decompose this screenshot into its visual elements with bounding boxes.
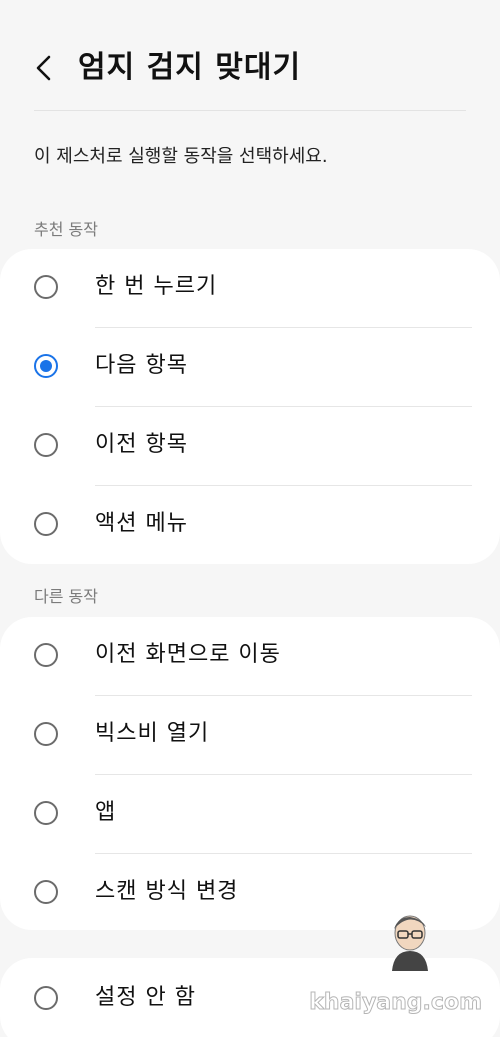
option-label: 다음 항목: [95, 353, 188, 378]
option-label: 액션 메뉴: [95, 511, 188, 536]
radio-button[interactable]: [34, 643, 58, 667]
app-header: 엄지 검지 맞대기: [0, 0, 500, 112]
radio-button[interactable]: [34, 433, 58, 457]
option-row-previous-item[interactable]: 이전 항목: [0, 407, 500, 486]
option-label: 스캔 방식 변경: [95, 879, 239, 904]
other-actions-card: 이전 화면으로 이동 빅스비 열기 앱 스캔 방식 변경: [0, 617, 500, 930]
page-title: 엄지 검지 맞대기: [78, 50, 302, 85]
option-label: 설정 안 함: [95, 985, 196, 1010]
radio-button[interactable]: [34, 880, 58, 904]
radio-button[interactable]: [34, 275, 58, 299]
option-row-action-menu[interactable]: 액션 메뉴: [0, 486, 500, 565]
option-label: 이전 화면으로 이동: [95, 642, 281, 667]
option-row-single-tap[interactable]: 한 번 누르기: [0, 249, 500, 328]
section-title-other: 다른 동작: [34, 587, 98, 606]
recommended-actions-card: 한 번 누르기 다음 항목 이전 항목 액션 메뉴: [0, 249, 500, 564]
header-divider: [34, 110, 466, 111]
page-description: 이 제스처로 실행할 동작을 선택하세요.: [34, 146, 328, 167]
radio-button[interactable]: [34, 722, 58, 746]
option-label: 이전 항목: [95, 432, 188, 457]
chevron-left-icon: [36, 55, 51, 81]
radio-button[interactable]: [34, 512, 58, 536]
option-label: 빅스비 열기: [95, 721, 210, 746]
settings-screen: 엄지 검지 맞대기 이 제스처로 실행할 동작을 선택하세요. 추천 동작 한 …: [0, 0, 500, 1037]
back-button[interactable]: [26, 48, 62, 88]
radio-button[interactable]: [34, 801, 58, 825]
section-title-recommended: 추천 동작: [34, 220, 98, 239]
option-row-apps[interactable]: 앱: [0, 775, 500, 854]
option-label: 한 번 누르기: [95, 274, 218, 299]
option-label: 앱: [95, 800, 117, 825]
none-option-card: 설정 안 함: [0, 958, 500, 1037]
option-row-change-scan-method[interactable]: 스캔 방식 변경: [0, 854, 500, 933]
radio-button-selected[interactable]: [34, 354, 58, 378]
option-row-open-bixby[interactable]: 빅스비 열기: [0, 696, 500, 775]
option-row-next-item[interactable]: 다음 항목: [0, 328, 500, 407]
radio-button[interactable]: [34, 986, 58, 1010]
option-row-go-back[interactable]: 이전 화면으로 이동: [0, 617, 500, 696]
option-row-none[interactable]: 설정 안 함: [0, 958, 500, 1037]
